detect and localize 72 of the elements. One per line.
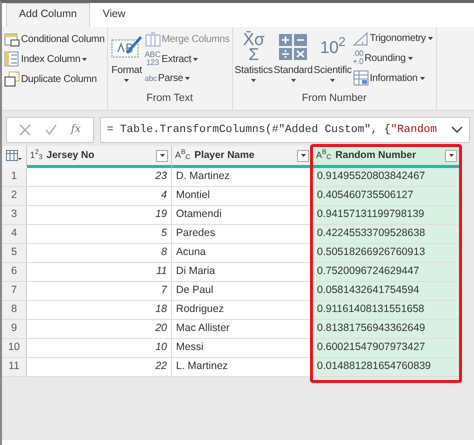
table-cell: 4 [27,187,172,206]
caret-icon [448,153,454,158]
filter-button[interactable] [156,150,168,162]
column-header[interactable]: A$^{B}$$_{C}$ Player Name [172,146,313,168]
tab[interactable]: View [90,3,138,27]
table-cell: 0.405460735506127 [313,187,461,206]
table-cell: 5 [27,225,172,244]
table-icon [352,70,369,86]
chevron-down-icon [451,126,463,134]
ribbon-button[interactable]: 10$^{2}$ Scientific [314,30,352,92]
columns-icon [144,31,161,47]
row-number: 3 [2,206,27,225]
column-header[interactable]: A$^{B}$$_{C}$ Random Number [313,146,461,168]
caret-icon [158,153,166,158]
glyph-icon: ABC 123 [144,51,161,67]
ribbon-button[interactable]: Conditional Column [4,30,105,48]
row-number: 8 [2,301,27,320]
glyph-icon: .00 +.0 [352,50,364,66]
table-cell: 0.91495520803842467 [313,168,461,187]
table-cell: 18 [27,301,172,320]
calculator-icon [277,32,310,62]
row-number: 1 [2,168,27,187]
glyph-icon: 10$^{2}$ [320,40,346,54]
filter-button[interactable] [297,150,309,162]
table-cell: 11 [27,263,172,282]
check-icon [45,124,57,136]
formula-field[interactable]: = Table.TransformColumns(#"Added Custom", {"Random [100,117,470,143]
group-title: From Number [300,91,368,106]
table-cell: 0.7520096724629447 [313,263,461,282]
table-icon [6,150,22,162]
table-cell: 8 [27,244,172,263]
table-cell: 22 [27,358,172,377]
row-number: 7 [2,282,27,301]
ribbon-button[interactable]: X̄σ Σ Statistics [234,30,273,92]
table-cell: 7 [27,282,172,301]
table-menu-button[interactable] [2,146,27,168]
row-number: 10 [2,339,27,358]
table-cell: 0.94157131199798139 [313,206,461,225]
column-header[interactable]: 1$^{2}$$_{3}$ Jersey No [27,146,172,168]
table-cell: 23 [27,168,172,187]
table-cell: 0.91161408131551658 [313,301,461,320]
row-number: 9 [2,320,27,339]
ribbon-button[interactable]: Trigonometry [352,30,434,47]
ribbon-button[interactable]: Index Column [4,50,105,68]
ribbon-button[interactable]: Duplicate Column [4,70,105,88]
row-number: 11 [2,358,27,377]
glyph-icon: abc [144,74,157,82]
row-number: 2 [2,187,27,206]
row-number: 4 [2,225,27,244]
ribbon-button[interactable]: abcParse [144,70,230,87]
table-cell: 0.50518266926760913 [313,244,461,263]
filter-button[interactable] [445,150,457,162]
ribbon-button[interactable]: Format [110,30,144,92]
triangle-icon [352,32,369,46]
table-cell: 0.81381756943362649 [313,320,461,339]
table-cell: 20 [27,320,172,339]
table-cell: 0.42245533709528638 [313,225,461,244]
table-cell: 0.60021547907973427 [313,339,461,358]
fx-button[interactable]: fx [71,122,81,138]
ribbon-button[interactable]: Information [352,69,434,87]
tab[interactable]: Add Column [6,3,90,27]
row-number: 6 [2,263,27,282]
row-number: 5 [2,244,27,263]
table-cell: 0.014881281654760839 [313,358,461,377]
close-icon [19,124,31,136]
ribbon-button[interactable]: Standard [274,30,313,92]
table-cell: 10 [27,339,172,358]
caret-icon [300,153,306,158]
table-cell: 19 [27,206,172,225]
glyph-icon: X̄σ Σ [242,32,264,62]
table-cell: 0.0581432641754594 [313,282,461,301]
group-title: From Text [145,91,194,106]
